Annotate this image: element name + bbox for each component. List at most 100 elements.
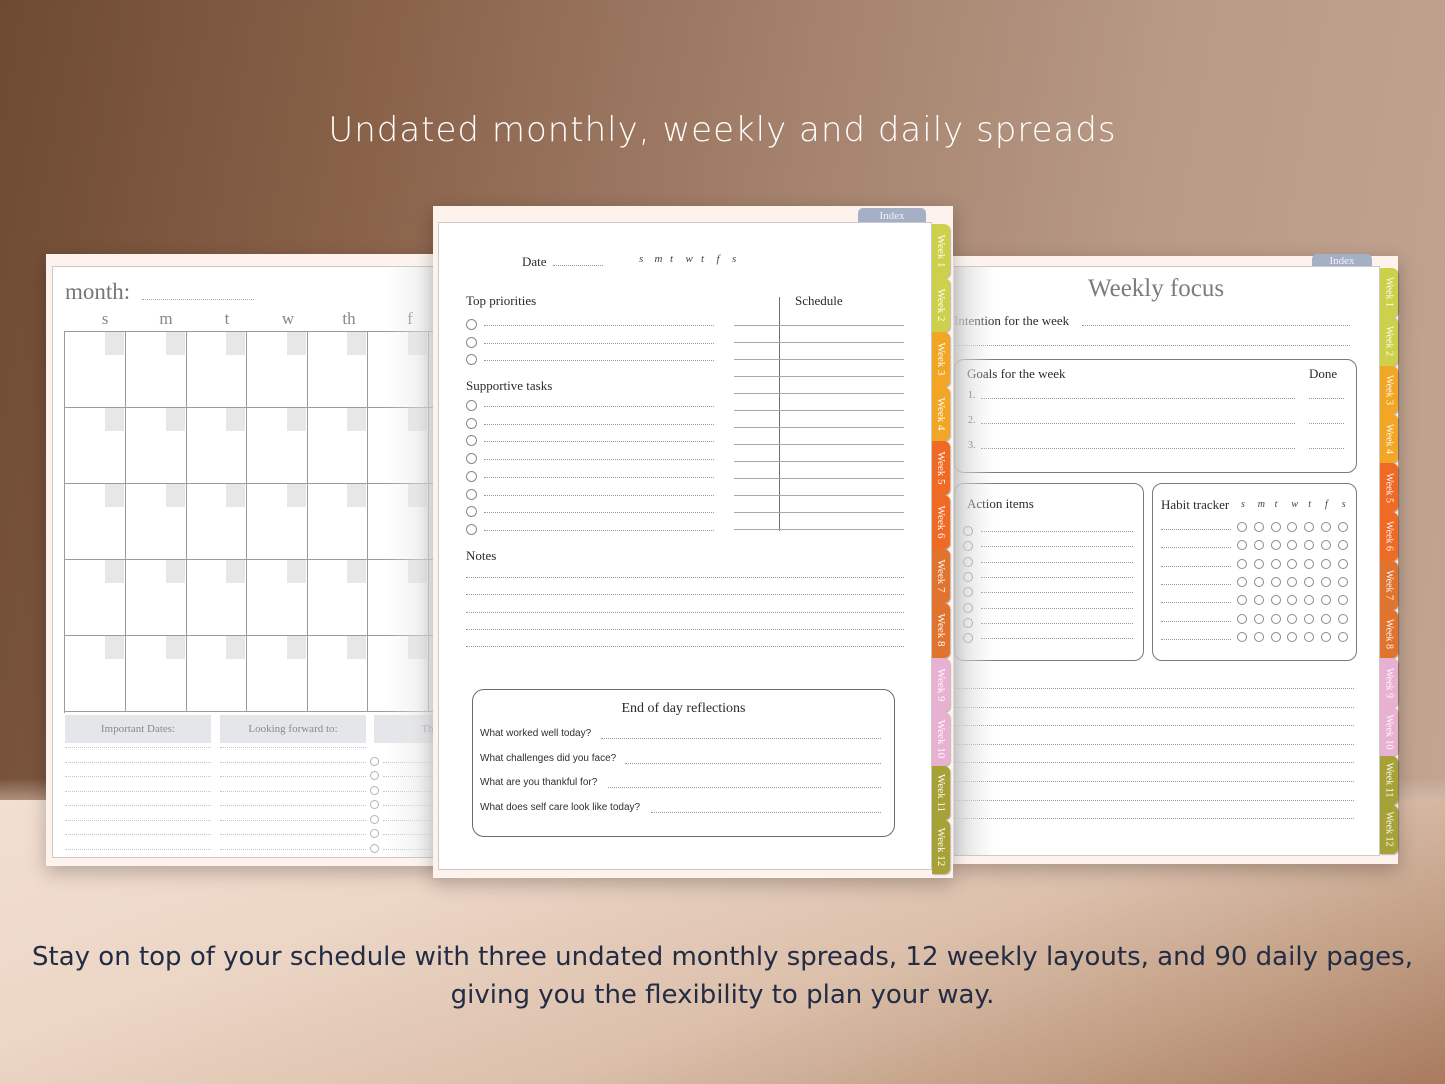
weekly-notes-line[interactable] — [954, 762, 1354, 764]
action-item-line[interactable] — [981, 546, 1133, 548]
reflection-answer-line[interactable] — [625, 762, 881, 764]
date-input-line[interactable] — [553, 265, 603, 266]
intention-line-2[interactable] — [954, 345, 1350, 346]
habit-check-circle[interactable] — [1321, 522, 1331, 532]
habit-check-circle[interactable] — [1287, 522, 1298, 532]
weekly-notes-line[interactable] — [954, 743, 1354, 745]
weekly-notes-line[interactable] — [954, 688, 1354, 689]
calendar-day-cell[interactable] — [186, 484, 247, 560]
weekday-letter[interactable]: t — [701, 253, 704, 265]
habit-check-circle[interactable] — [1337, 595, 1348, 606]
habit-check-circle[interactable] — [1253, 631, 1264, 642]
calendar-day-cell[interactable] — [307, 636, 368, 712]
calendar-day-cell[interactable] — [307, 484, 368, 560]
week-tab[interactable]: Week 1 — [932, 224, 950, 279]
action-item-line[interactable] — [981, 576, 1133, 578]
habit-check-circle[interactable] — [1321, 558, 1331, 569]
supportive-task-item[interactable] — [466, 506, 714, 520]
calendar-day-cell[interactable] — [125, 484, 187, 560]
looking-forward-line[interactable] — [220, 790, 366, 792]
checkbox-circle[interactable] — [466, 354, 477, 365]
habit-check-circle[interactable] — [1321, 540, 1331, 551]
calendar-day-cell[interactable] — [186, 560, 247, 636]
schedule-row-line[interactable] — [734, 529, 904, 530]
schedule-row-line[interactable] — [734, 342, 904, 343]
task-line[interactable] — [484, 325, 714, 326]
goal-done-line[interactable] — [1309, 423, 1344, 424]
habit-name-line[interactable] — [1161, 583, 1231, 585]
weekday-letter[interactable]: w — [686, 253, 693, 265]
supportive-task-item[interactable] — [466, 488, 714, 503]
habit-check-circle[interactable] — [1337, 631, 1348, 642]
calendar-day-cell[interactable] — [246, 560, 308, 636]
looking-forward-line[interactable] — [220, 761, 366, 763]
looking-forward-line[interactable] — [220, 747, 366, 748]
habit-check-circle[interactable] — [1304, 576, 1315, 587]
task-line[interactable] — [484, 441, 714, 443]
weekly-notes-line[interactable] — [954, 818, 1354, 820]
task-line[interactable] — [484, 360, 714, 361]
important-dates-line[interactable] — [65, 790, 211, 792]
week-tab[interactable]: Week 9 — [1380, 658, 1398, 708]
action-item-line[interactable] — [981, 531, 1133, 532]
supportive-task-item[interactable] — [466, 523, 714, 538]
habit-check-circle[interactable] — [1304, 595, 1315, 606]
calendar-day-cell[interactable] — [246, 484, 308, 560]
action-item-line[interactable] — [981, 592, 1133, 594]
task-line[interactable] — [484, 529, 714, 531]
schedule-row-line[interactable] — [734, 393, 904, 394]
priority-item[interactable] — [466, 354, 714, 368]
week-tab[interactable]: Week 5 — [932, 440, 950, 495]
habit-name-line[interactable] — [1161, 620, 1231, 622]
habit-check-circle[interactable] — [1270, 595, 1281, 606]
habit-check-circle[interactable] — [1304, 631, 1315, 642]
important-dates-line[interactable] — [65, 848, 211, 850]
week-tab[interactable]: Week 1 — [1380, 268, 1398, 317]
reflection-answer-line[interactable] — [651, 811, 881, 813]
week-tab[interactable]: Week 4 — [932, 386, 950, 441]
action-item-line[interactable] — [981, 607, 1133, 609]
habit-check-circle[interactable] — [1287, 631, 1298, 642]
week-tab[interactable]: Week 10 — [932, 711, 950, 766]
weekday-letter[interactable]: t — [670, 253, 673, 265]
goal-line[interactable] — [981, 423, 1295, 424]
notes-line[interactable] — [466, 628, 904, 630]
week-tab[interactable]: Week 8 — [1380, 609, 1398, 659]
habit-name-line[interactable] — [1161, 638, 1231, 640]
week-tab[interactable]: Week 4 — [1380, 414, 1398, 464]
habit-check-circle[interactable] — [1270, 522, 1281, 532]
important-dates-line[interactable] — [65, 819, 211, 821]
week-tab[interactable]: Week 6 — [932, 495, 950, 550]
weekly-notes-line[interactable] — [954, 725, 1354, 727]
looking-forward-line[interactable] — [220, 819, 366, 821]
week-tab[interactable]: Week 9 — [932, 657, 950, 712]
habit-check-circle[interactable] — [1253, 576, 1264, 587]
calendar-day-cell[interactable] — [65, 560, 126, 636]
schedule-row-line[interactable] — [734, 410, 904, 411]
checkbox-circle[interactable] — [466, 336, 477, 348]
week-tab[interactable]: Week 12 — [932, 820, 950, 875]
checkbox-circle[interactable] — [466, 470, 477, 482]
calendar-day-cell[interactable] — [125, 560, 187, 636]
priority-item[interactable] — [466, 336, 714, 351]
notes-line[interactable] — [466, 646, 904, 648]
checkbox-circle[interactable] — [466, 453, 477, 465]
week-tab[interactable]: Week 2 — [1380, 316, 1398, 366]
checkbox-circle[interactable] — [466, 319, 477, 330]
important-dates-line[interactable] — [65, 776, 211, 777]
habit-check-circle[interactable] — [1287, 558, 1298, 569]
reflection-answer-line[interactable] — [601, 738, 881, 739]
task-line[interactable] — [484, 342, 714, 344]
checkbox-circle[interactable] — [370, 843, 379, 853]
habit-check-circle[interactable] — [1321, 576, 1331, 587]
week-tab[interactable]: Week 11 — [932, 766, 950, 821]
goal-done-line[interactable] — [1309, 398, 1344, 399]
calendar-day-cell[interactable] — [307, 332, 368, 408]
checkbox-circle[interactable] — [466, 400, 477, 411]
schedule-row-line[interactable] — [734, 512, 904, 513]
schedule-row-line[interactable] — [734, 495, 904, 496]
habit-check-circle[interactable] — [1253, 522, 1264, 532]
week-tab[interactable]: Week 5 — [1380, 463, 1398, 512]
looking-forward-line[interactable] — [220, 776, 366, 777]
week-tab[interactable]: Week 3 — [932, 332, 950, 387]
